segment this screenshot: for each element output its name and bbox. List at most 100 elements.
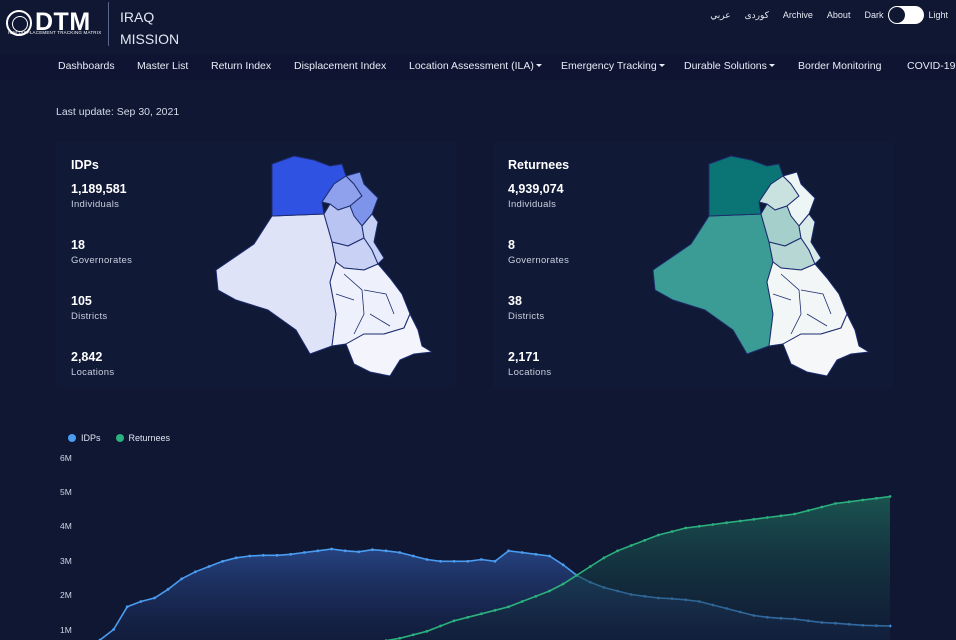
returnees-point[interactable] bbox=[466, 615, 470, 619]
returnees-point[interactable] bbox=[657, 533, 660, 537]
returnees-point[interactable] bbox=[834, 502, 837, 505]
theme-dark-label: Dark bbox=[864, 10, 884, 20]
returnees-point[interactable] bbox=[752, 517, 756, 521]
idps-point[interactable] bbox=[480, 558, 483, 561]
idps-point[interactable] bbox=[262, 553, 265, 557]
idps-point[interactable] bbox=[548, 554, 551, 558]
idps-point[interactable] bbox=[425, 558, 429, 561]
card-title: IDPs bbox=[71, 158, 99, 172]
returnees-point[interactable] bbox=[861, 498, 865, 502]
stat-value: 8 bbox=[508, 238, 515, 252]
returnees-point[interactable] bbox=[793, 512, 797, 516]
nav-border-monitoring[interactable]: Border Monitoring bbox=[798, 60, 881, 72]
idps-point[interactable] bbox=[411, 554, 415, 558]
returnees-point[interactable] bbox=[561, 582, 565, 586]
returnees-point[interactable] bbox=[643, 538, 647, 542]
idps-point[interactable] bbox=[221, 559, 225, 563]
returnees-point[interactable] bbox=[398, 636, 402, 640]
stat-value: 1,189,581 bbox=[71, 182, 127, 196]
idps-point[interactable] bbox=[248, 554, 252, 558]
returnees-point[interactable] bbox=[520, 600, 524, 603]
returnees-point[interactable] bbox=[670, 530, 674, 533]
returnees-point[interactable] bbox=[684, 526, 688, 530]
returnees-point[interactable] bbox=[493, 608, 497, 612]
returnees-point[interactable] bbox=[711, 523, 715, 526]
returnees-point[interactable] bbox=[575, 573, 579, 577]
nav-location-assessment[interactable]: Location Assessment (ILA) bbox=[409, 60, 542, 72]
returnees-point[interactable] bbox=[766, 516, 769, 519]
idps-point[interactable] bbox=[112, 628, 115, 631]
map-region-west[interactable] bbox=[215, 213, 337, 355]
idps-point[interactable] bbox=[207, 565, 211, 568]
returnees-point[interactable] bbox=[507, 605, 510, 609]
idps-point[interactable] bbox=[180, 577, 184, 581]
nav-label: COVID-19 bbox=[907, 60, 956, 72]
idps-point[interactable] bbox=[452, 559, 456, 563]
link-kurdish[interactable]: کوردی bbox=[745, 10, 769, 21]
returnees-point[interactable] bbox=[697, 524, 701, 528]
idps-point[interactable] bbox=[561, 563, 565, 567]
nav-durable-solutions[interactable]: Durable Solutions bbox=[684, 60, 775, 72]
returnees-point[interactable] bbox=[411, 633, 415, 637]
idps-point[interactable] bbox=[466, 559, 470, 563]
idps-point[interactable] bbox=[520, 551, 524, 554]
idps-point[interactable] bbox=[316, 549, 320, 553]
idps-point[interactable] bbox=[507, 549, 510, 553]
idps-point[interactable] bbox=[139, 600, 143, 603]
idps-point[interactable] bbox=[275, 553, 279, 557]
returnees-point[interactable] bbox=[588, 565, 592, 568]
idps-point[interactable] bbox=[153, 596, 156, 600]
idps-point[interactable] bbox=[384, 549, 388, 553]
idps-point[interactable] bbox=[439, 559, 442, 563]
nav-label: Return Index bbox=[211, 60, 272, 72]
returnees-iraq-map[interactable] bbox=[651, 154, 873, 386]
idps-point[interactable] bbox=[125, 605, 129, 609]
returnees-point[interactable] bbox=[480, 612, 483, 616]
returnees-point[interactable] bbox=[425, 629, 429, 633]
link-archive[interactable]: Archive bbox=[783, 10, 813, 20]
returnees-point[interactable] bbox=[875, 496, 878, 500]
returnees-point[interactable] bbox=[439, 624, 442, 628]
idps-point[interactable] bbox=[534, 552, 538, 556]
returnees-point[interactable] bbox=[534, 594, 538, 598]
stat-value: 18 bbox=[71, 238, 85, 252]
returnees-point[interactable] bbox=[779, 514, 783, 518]
idps-point[interactable] bbox=[166, 587, 170, 591]
toggle-knob bbox=[889, 7, 906, 23]
returnees-point[interactable] bbox=[616, 549, 619, 553]
returnees-point[interactable] bbox=[602, 556, 606, 560]
idps-point[interactable] bbox=[193, 570, 197, 574]
nav-covid-19[interactable]: COVID-19 bbox=[907, 60, 955, 72]
returnees-point[interactable] bbox=[629, 544, 633, 547]
map-region-west[interactable] bbox=[652, 213, 774, 355]
logo-divider bbox=[108, 2, 109, 46]
returnees-point[interactable] bbox=[452, 619, 456, 623]
idps-point[interactable] bbox=[398, 551, 402, 554]
returnees-point[interactable] bbox=[820, 505, 824, 509]
nav-return-index[interactable]: Return Index bbox=[211, 60, 271, 72]
link-arabic[interactable]: عربي bbox=[710, 10, 730, 21]
nav-dashboards[interactable]: Dashboards bbox=[58, 60, 115, 72]
returnees-point[interactable] bbox=[738, 519, 742, 523]
nav-displacement-index[interactable]: Displacement Index bbox=[294, 60, 386, 72]
nav-master-list[interactable]: Master List bbox=[137, 60, 188, 72]
idps-point[interactable] bbox=[289, 552, 293, 556]
link-about[interactable]: About bbox=[827, 10, 851, 20]
returnees-point[interactable] bbox=[806, 509, 810, 512]
nav-emergency-tracking[interactable]: Emergency Tracking bbox=[561, 60, 665, 72]
idps-point[interactable] bbox=[493, 559, 497, 563]
idps-point[interactable] bbox=[357, 550, 361, 554]
idps-point[interactable] bbox=[343, 549, 347, 553]
returnees-point[interactable] bbox=[888, 495, 892, 498]
mission-line-1: IRAQ bbox=[120, 9, 155, 25]
idps-point[interactable] bbox=[234, 556, 238, 560]
returnees-point[interactable] bbox=[847, 500, 851, 504]
idps-point[interactable] bbox=[371, 548, 374, 552]
idps-point[interactable] bbox=[302, 551, 306, 554]
idps-iraq-map[interactable] bbox=[214, 154, 436, 386]
returnees-point[interactable] bbox=[725, 521, 728, 525]
nav-label: Displacement Index bbox=[294, 60, 387, 72]
theme-toggle[interactable] bbox=[888, 6, 925, 24]
returnees-point[interactable] bbox=[548, 589, 551, 593]
idps-point[interactable] bbox=[330, 547, 333, 551]
